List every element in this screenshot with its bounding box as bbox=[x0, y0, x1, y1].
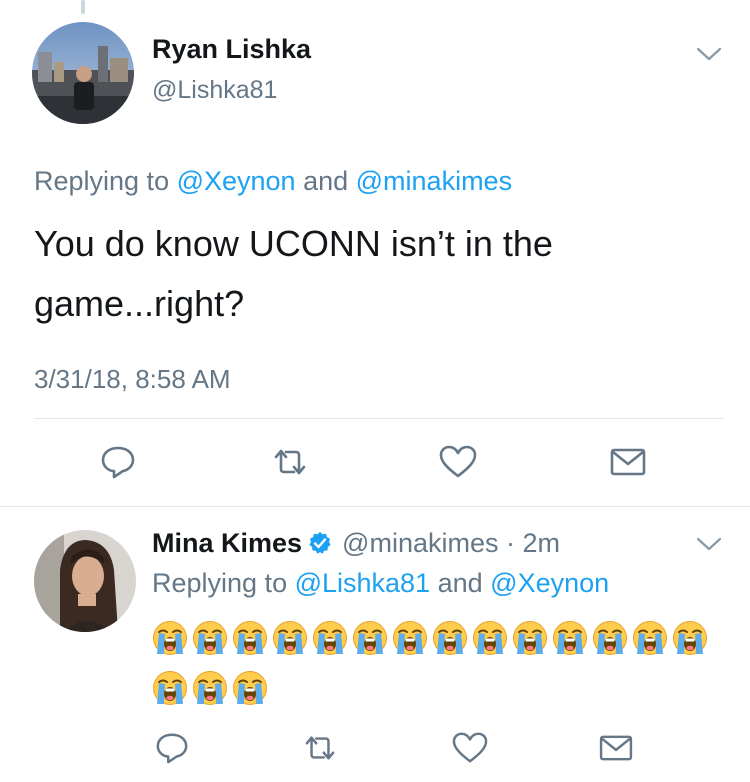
mention-link[interactable]: @Xeynon bbox=[177, 166, 296, 196]
emoji-row bbox=[152, 670, 272, 708]
reply-icon bbox=[101, 446, 135, 479]
replying-joiner: and bbox=[295, 166, 356, 196]
reply-button[interactable] bbox=[150, 728, 194, 768]
tweet-relative-time[interactable]: 2m bbox=[522, 528, 560, 558]
verified-badge-icon bbox=[309, 532, 331, 554]
loudly-crying-face-emoji bbox=[473, 621, 507, 655]
author-name[interactable]: Ryan Lishka bbox=[152, 34, 311, 65]
avatar[interactable] bbox=[32, 22, 134, 124]
tweet-timestamp: 3/31/18, 8:58 AM bbox=[34, 364, 231, 394]
loudly-crying-face-emoji bbox=[233, 671, 267, 705]
replying-to-line: Replying to @Xeynon and @minakimes bbox=[34, 166, 512, 197]
loudly-crying-face-emoji bbox=[153, 671, 187, 705]
author-handle[interactable]: @Lishka81 bbox=[152, 76, 277, 105]
loudly-crying-face-emoji bbox=[193, 621, 227, 655]
loudly-crying-face-emoji bbox=[513, 621, 547, 655]
loudly-crying-face-emoji bbox=[393, 621, 427, 655]
loudly-crying-face-emoji bbox=[313, 621, 347, 655]
divider bbox=[34, 418, 724, 419]
loudly-crying-face-emoji bbox=[433, 621, 467, 655]
heart-icon bbox=[439, 445, 477, 478]
mail-icon bbox=[610, 448, 646, 476]
retweet-icon bbox=[274, 449, 306, 475]
reply-button[interactable] bbox=[96, 442, 140, 482]
tweet-text-line: game...right? bbox=[34, 283, 245, 324]
thread-connector-line bbox=[81, 0, 85, 14]
reply-author-row: Mina Kimes @minakimes · 2m bbox=[152, 528, 560, 559]
loudly-crying-face-emoji bbox=[673, 621, 707, 655]
replying-to-label: Replying to bbox=[34, 166, 177, 196]
like-button[interactable] bbox=[448, 728, 492, 768]
heart-icon bbox=[452, 732, 488, 763]
loudly-crying-face-emoji bbox=[273, 621, 307, 655]
author-name[interactable]: Mina Kimes bbox=[152, 528, 302, 558]
mail-icon bbox=[599, 735, 633, 761]
retweet-button[interactable] bbox=[268, 442, 312, 482]
retweet-button[interactable] bbox=[298, 728, 342, 768]
mention-link[interactable]: @Xeynon bbox=[490, 568, 609, 598]
loudly-crying-face-emoji bbox=[553, 621, 587, 655]
avatar-photo-ryan bbox=[32, 22, 134, 124]
loudly-crying-face-emoji bbox=[353, 621, 387, 655]
loudly-crying-face-emoji bbox=[593, 621, 627, 655]
retweet-icon bbox=[305, 736, 335, 760]
direct-message-button[interactable] bbox=[606, 442, 650, 482]
mention-link[interactable]: @minakimes bbox=[356, 166, 512, 196]
time-separator: · bbox=[498, 528, 523, 558]
replying-joiner: and bbox=[430, 568, 491, 598]
chevron-down-icon[interactable] bbox=[696, 536, 722, 552]
like-button[interactable] bbox=[436, 442, 480, 482]
loudly-crying-face-emoji bbox=[193, 671, 227, 705]
author-handle[interactable]: @minakimes bbox=[342, 528, 498, 558]
mention-link[interactable]: @Lishka81 bbox=[295, 568, 431, 598]
divider bbox=[0, 506, 750, 507]
chevron-down-icon[interactable] bbox=[696, 46, 722, 62]
tweet-text-line: You do know UCONN isn’t in the bbox=[34, 223, 553, 264]
replying-to-line: Replying to @Lishka81 and @Xeynon bbox=[152, 568, 609, 599]
loudly-crying-face-emoji bbox=[233, 621, 267, 655]
tweet-text: You do know UCONN isn’t in the game...ri… bbox=[34, 214, 553, 334]
avatar[interactable] bbox=[34, 530, 136, 632]
reply-icon bbox=[156, 733, 188, 764]
avatar-photo-mina bbox=[34, 530, 136, 632]
direct-message-button[interactable] bbox=[594, 728, 638, 768]
loudly-crying-face-emoji bbox=[633, 621, 667, 655]
loudly-crying-face-emoji bbox=[153, 621, 187, 655]
emoji-row bbox=[152, 620, 712, 658]
replying-to-label: Replying to bbox=[152, 568, 295, 598]
